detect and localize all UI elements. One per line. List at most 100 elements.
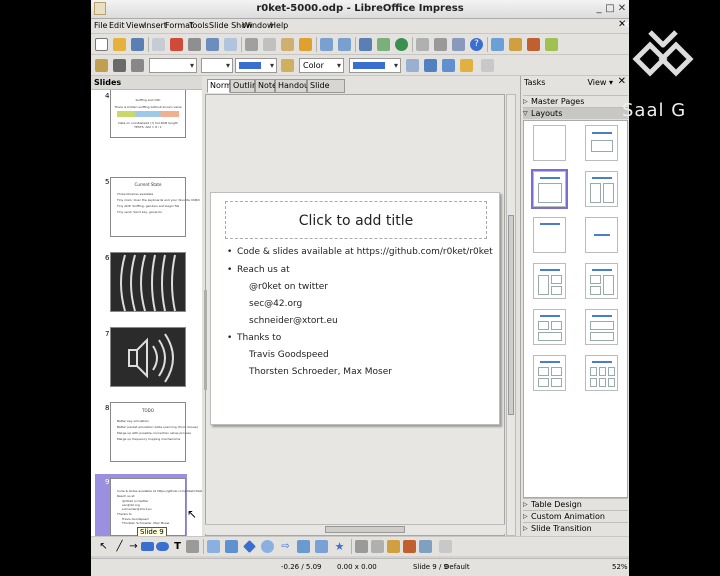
copy-icon[interactable] <box>263 38 276 51</box>
tab-outline[interactable]: Outline <box>230 79 262 93</box>
lines-arrows-icon[interactable] <box>207 540 220 553</box>
shadow-icon[interactable] <box>406 59 419 72</box>
save-icon[interactable] <box>131 38 144 51</box>
layout-title-2-content-top[interactable] <box>533 309 566 345</box>
section-slide-transition[interactable]: Slide Transition <box>523 522 628 534</box>
chart-icon[interactable] <box>395 38 408 51</box>
line-style-select[interactable] <box>149 58 197 73</box>
insert-image-icon[interactable] <box>377 38 390 51</box>
stars-icon[interactable]: ★ <box>333 540 346 553</box>
layout-centered-text[interactable] <box>585 217 618 253</box>
tab-normal[interactable]: Normal <box>207 79 239 93</box>
layout-title-content[interactable] <box>531 169 568 209</box>
open-icon[interactable] <box>113 38 126 51</box>
spellcheck-icon[interactable] <box>206 38 219 51</box>
select-icon[interactable]: ↖ <box>97 540 110 553</box>
from-file-icon[interactable] <box>387 540 400 553</box>
extrusion-icon[interactable] <box>419 540 432 553</box>
basic-shapes-icon[interactable] <box>243 540 256 553</box>
title-placeholder[interactable]: Click to add title <box>225 201 487 239</box>
section-table-design[interactable]: Table Design <box>523 498 628 510</box>
edit-file-icon[interactable] <box>152 38 165 51</box>
bullet-subitem[interactable]: @r0ket on twitter <box>249 282 328 292</box>
table-icon[interactable] <box>359 38 372 51</box>
bullet-item[interactable]: Code & slides available at https://githu… <box>227 247 493 257</box>
redo-icon[interactable] <box>338 38 351 51</box>
maximize-icon[interactable]: □ <box>604 2 616 15</box>
flowchart-icon[interactable] <box>297 540 310 553</box>
bullet-item[interactable]: Reach us at <box>227 265 290 275</box>
close-icon[interactable]: ✕ <box>616 2 628 15</box>
fontwork-icon[interactable] <box>371 540 384 553</box>
layout-title-6-content[interactable] <box>585 355 618 391</box>
layout-title-4-content[interactable] <box>533 355 566 391</box>
slide-editor[interactable]: Click to add title Code & slides availab… <box>204 94 505 536</box>
menu-tools[interactable]: Tools <box>189 21 209 30</box>
arrow-style-icon[interactable] <box>131 59 144 72</box>
menu-help[interactable]: Help <box>270 21 288 30</box>
tab-handout[interactable]: Handout <box>275 79 312 93</box>
bullet-subitem[interactable]: sec@42.org <box>249 299 302 309</box>
connectors-icon[interactable] <box>225 540 238 553</box>
scrollbar-thumb[interactable] <box>325 526 405 533</box>
text-icon[interactable]: T <box>171 540 184 553</box>
tasks-close-icon[interactable]: ✕ <box>618 76 626 87</box>
section-custom-animation[interactable]: Custom Animation <box>523 510 628 522</box>
menu-insert[interactable]: Insert <box>144 21 167 30</box>
section-layouts[interactable]: Layouts <box>523 107 628 119</box>
menu-edit[interactable]: Edit <box>109 21 125 30</box>
block-arrows-icon[interactable]: ⇨ <box>279 540 292 553</box>
menu-file[interactable]: File <box>94 21 107 30</box>
thumb-slide-7[interactable] <box>110 327 186 387</box>
line-tool-icon[interactable]: ╱ <box>113 540 126 553</box>
section-master-pages[interactable]: Master Pages <box>523 95 628 107</box>
toolbar-options-icon[interactable] <box>481 59 494 72</box>
layout-title-2-content[interactable] <box>585 171 618 207</box>
editor-horizontal-scrollbar[interactable] <box>205 524 505 534</box>
slide-show-icon[interactable] <box>509 38 522 51</box>
styles-icon[interactable] <box>95 59 108 72</box>
menu-view[interactable]: View <box>126 21 145 30</box>
pane-splitter-left[interactable] <box>204 290 207 390</box>
hyperlink-icon[interactable] <box>416 38 429 51</box>
fill-style-select[interactable]: Color <box>299 58 344 73</box>
tab-notes[interactable]: Notes <box>255 79 281 93</box>
fill-color-select[interactable] <box>349 58 401 73</box>
align-icon[interactable] <box>442 59 455 72</box>
current-slide[interactable]: Click to add title Code & slides availab… <box>210 192 500 425</box>
points-icon[interactable] <box>355 540 368 553</box>
print-icon[interactable] <box>188 38 201 51</box>
bring-front-icon[interactable] <box>460 59 473 72</box>
layout-blank[interactable] <box>533 125 566 161</box>
export-pdf-icon[interactable] <box>170 38 183 51</box>
curve-icon[interactable] <box>186 540 199 553</box>
layout-title-content-2-right[interactable] <box>585 263 618 299</box>
slide-layout-icon[interactable] <box>527 38 540 51</box>
thumb-slide-4[interactable]: Sniffing and CRC There is hidden sniffin… <box>110 90 186 138</box>
bullet-subitem[interactable]: schneider@xtort.eu <box>249 316 338 326</box>
thumb-slide-5[interactable]: Current State Three libraries available … <box>110 177 200 237</box>
paste-icon[interactable] <box>281 38 294 51</box>
new-icon[interactable] <box>95 38 108 51</box>
tab-slide-sorter[interactable]: Slide Sorter <box>307 79 345 102</box>
slide-icon[interactable] <box>491 38 504 51</box>
thumb-slide-6[interactable] <box>110 252 186 312</box>
callouts-icon[interactable] <box>315 540 328 553</box>
clone-formatting-icon[interactable] <box>299 38 312 51</box>
master-slide-icon[interactable] <box>545 38 558 51</box>
rectangle-icon[interactable] <box>141 542 154 551</box>
layout-title-2-content-left[interactable] <box>533 263 566 299</box>
bullet-subitem[interactable]: Thorsten Schroeder, Max Moser <box>249 367 392 377</box>
undo-icon[interactable] <box>320 38 333 51</box>
layout-title-only[interactable] <box>533 217 566 253</box>
zoom-icon[interactable] <box>452 38 465 51</box>
bullet-item[interactable]: Thanks to <box>227 333 281 343</box>
bullet-subitem[interactable]: Travis Goodspeed <box>249 350 329 360</box>
layout-title-slide[interactable] <box>585 125 618 161</box>
autospell-icon[interactable] <box>224 38 237 51</box>
cut-icon[interactable] <box>245 38 258 51</box>
tasks-view-menu[interactable]: View ▾ <box>587 78 613 87</box>
scrollbar-thumb[interactable] <box>508 215 514 415</box>
layout-title-content-over[interactable] <box>585 309 618 345</box>
arrange-icon[interactable] <box>424 59 437 72</box>
